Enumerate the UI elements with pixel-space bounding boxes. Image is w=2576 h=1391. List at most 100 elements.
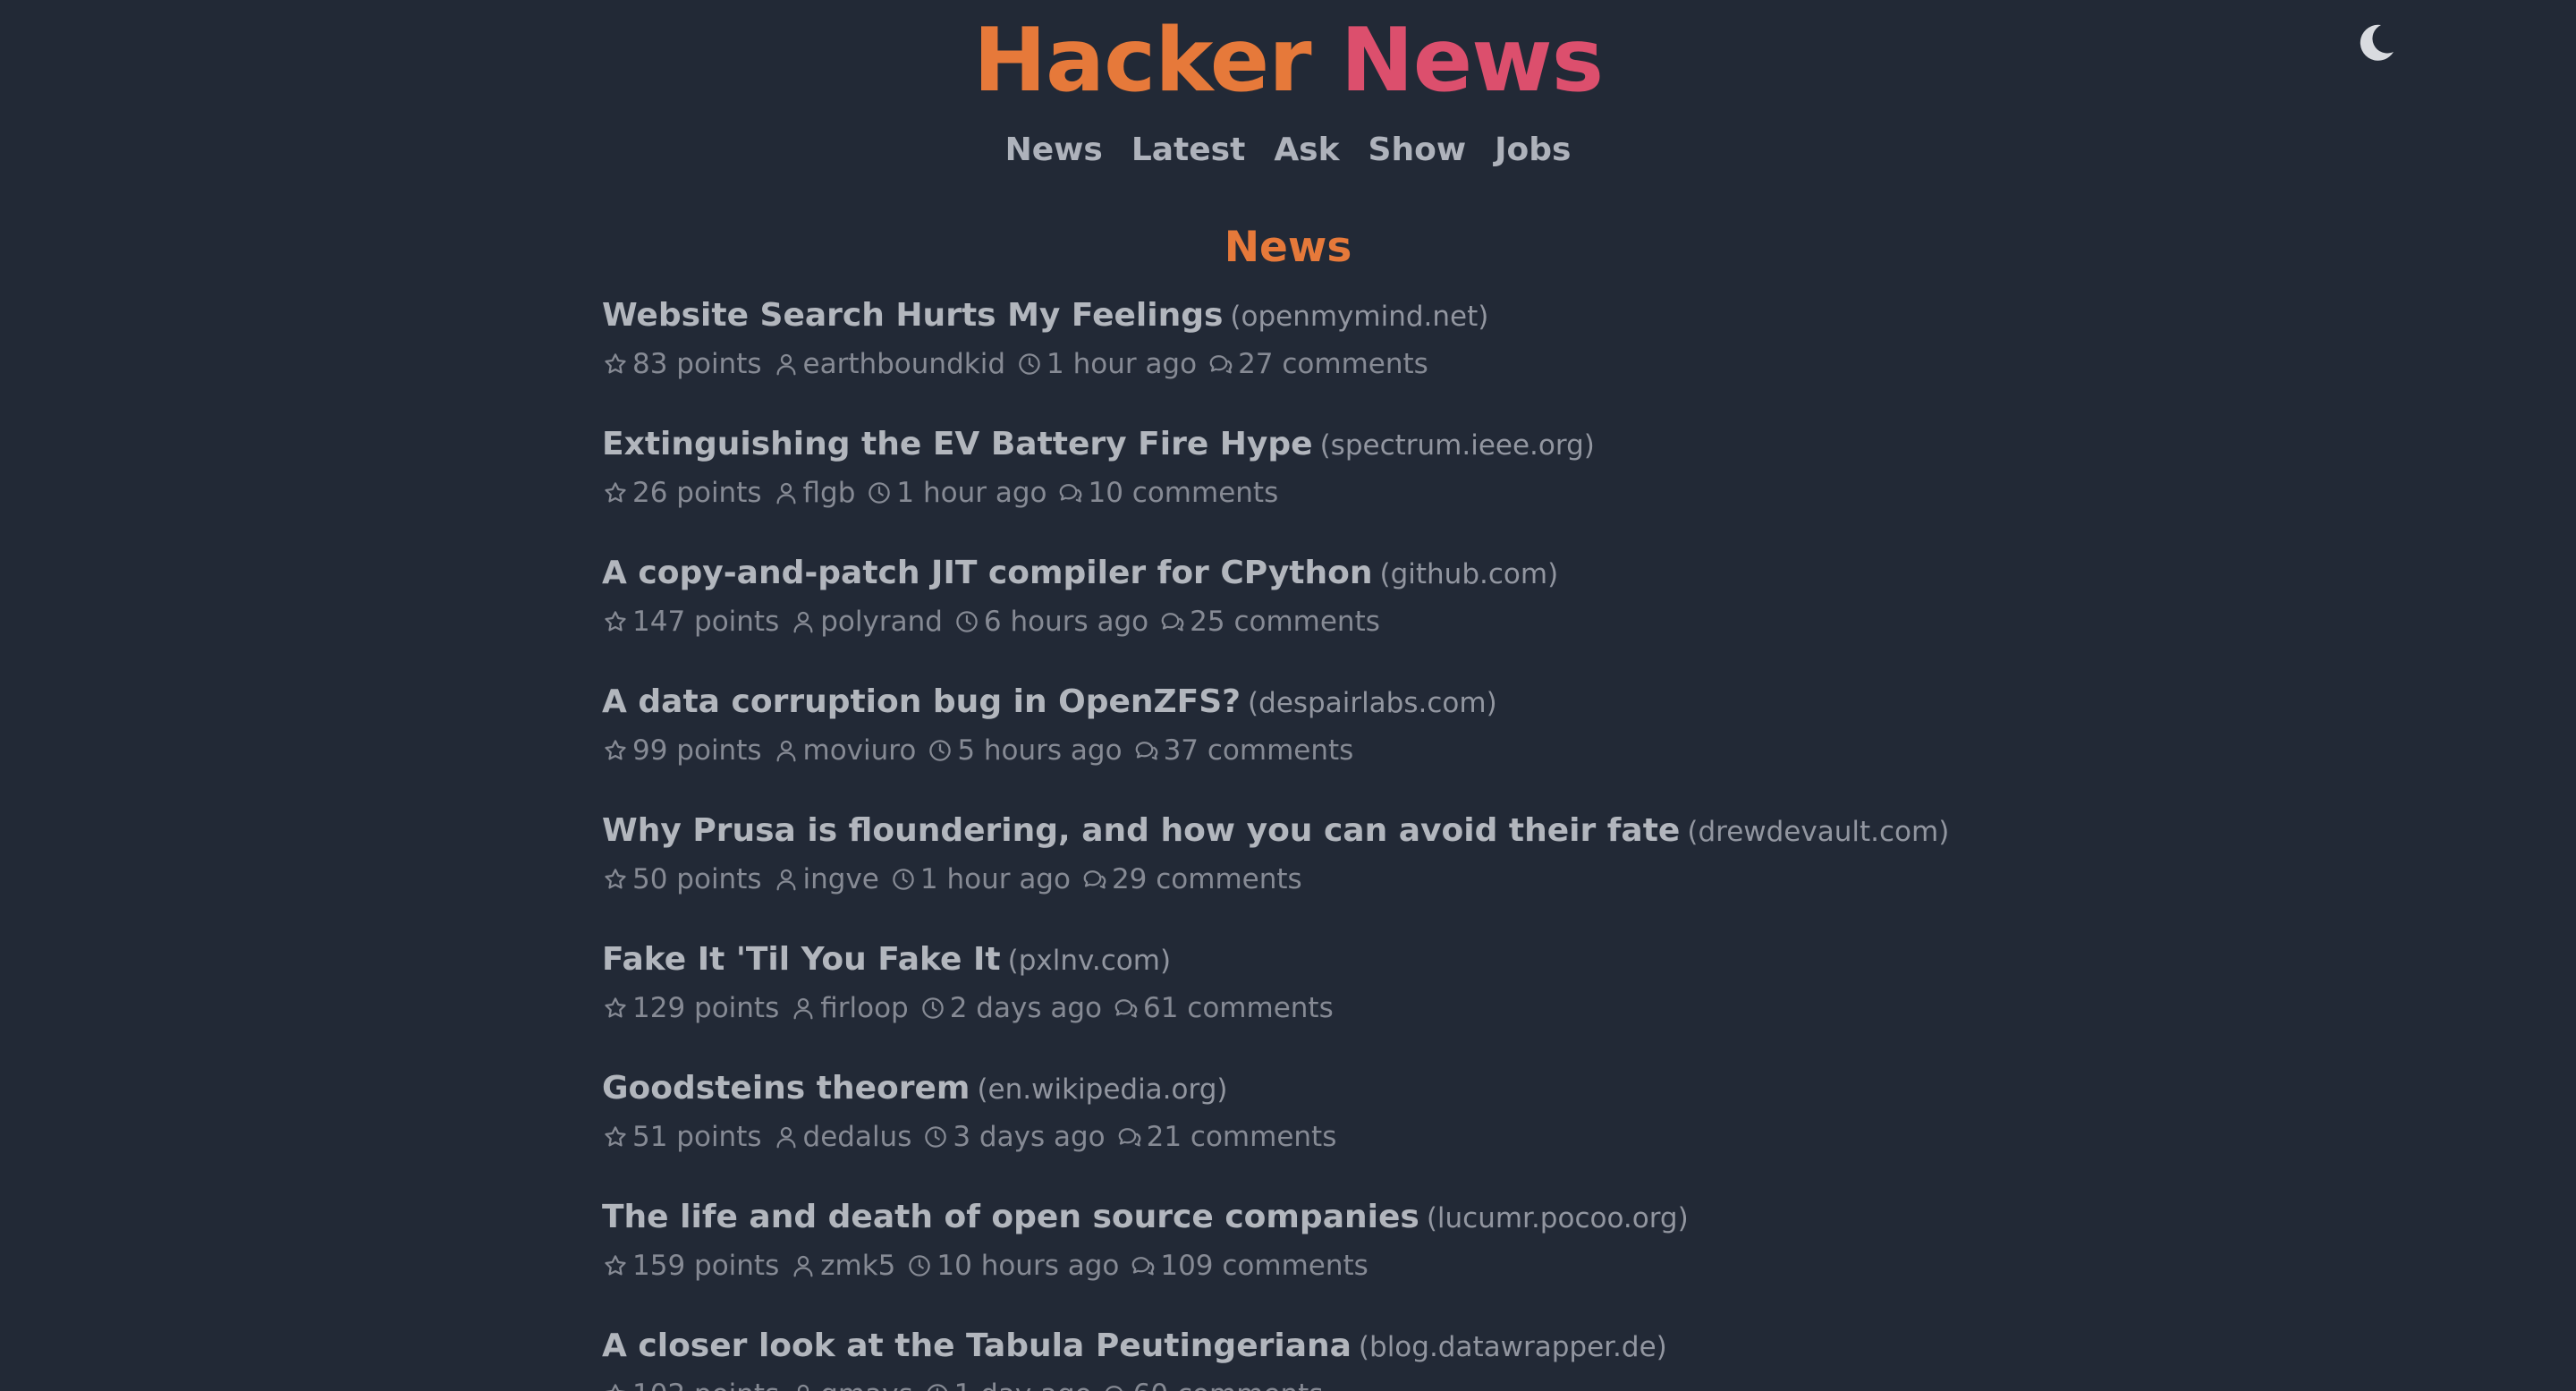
nav-jobs[interactable]: Jobs: [1495, 125, 1571, 175]
story-comments[interactable]: 21 comments: [1147, 1115, 1337, 1158]
story-title-row: Website Search Hurts My Feelings (openmym…: [602, 289, 2480, 343]
clock-icon: [909, 1255, 931, 1276]
user-group[interactable]: earthboundkid: [773, 343, 1005, 386]
star-icon: [605, 997, 626, 1018]
comments-icon: [1114, 999, 1138, 1018]
story-title-row: A data corruption bug in OpenZFS? (despai…: [602, 675, 2480, 729]
story-domain[interactable]: (drewdevault.com): [1687, 816, 1949, 848]
story-item: Goodsteins theorem (en.wikipedia.org) 51 …: [602, 1062, 2480, 1191]
star-icon: [605, 611, 626, 632]
story-user[interactable]: moviuro: [803, 729, 917, 772]
story-user[interactable]: flgb: [803, 471, 856, 514]
comments-group[interactable]: 27 comments: [1208, 343, 1428, 386]
story-item: A closer look at the Tabula Peutingerian…: [602, 1319, 2480, 1391]
user-group[interactable]: moviuro: [773, 729, 917, 772]
user-icon: [776, 740, 796, 762]
story-title-link[interactable]: A closer look at the Tabula Peutingerian…: [602, 1327, 1352, 1364]
story-title-link[interactable]: A data corruption bug in OpenZFS?: [602, 683, 1241, 720]
comments-group[interactable]: 60 comments: [1103, 1373, 1324, 1391]
story-title-link[interactable]: A copy-and-patch JIT compiler for CPytho…: [602, 555, 1373, 591]
comments-group[interactable]: 61 comments: [1113, 987, 1334, 1030]
story-title-link[interactable]: Fake It 'Til You Fake It: [602, 941, 1001, 978]
comments-group[interactable]: 10 comments: [1057, 471, 1278, 514]
story-comments[interactable]: 25 comments: [1190, 600, 1380, 643]
story-user[interactable]: zmk5: [820, 1244, 895, 1287]
story-meta: 102 points gmays 1 day ago 60 comments: [602, 1373, 2480, 1391]
story-title-link[interactable]: The life and death of open source compan…: [602, 1199, 1419, 1235]
story-comments[interactable]: 37 comments: [1164, 729, 1354, 772]
story-meta: 147 points polyrand 6 hours ago 25 comme…: [602, 600, 2480, 643]
user-group[interactable]: zmk5: [790, 1244, 895, 1287]
nav-show[interactable]: Show: [1368, 125, 1467, 175]
story-title-link[interactable]: Website Search Hurts My Feelings: [602, 297, 1223, 334]
story-comments[interactable]: 10 comments: [1088, 471, 1278, 514]
clock-icon: [921, 997, 944, 1019]
time-group: 10 hours ago: [906, 1244, 1119, 1287]
story-title-link[interactable]: Why Prusa is floundering, and how you ca…: [602, 812, 1680, 849]
star-icon: [605, 482, 626, 503]
user-group[interactable]: ingve: [773, 858, 879, 901]
story-domain[interactable]: (lucumr.pocoo.org): [1427, 1202, 1689, 1234]
main-nav: News Latest Ask Show Jobs: [0, 125, 2576, 175]
brand-part-2: News: [1340, 10, 1604, 112]
story-user[interactable]: ingve: [803, 858, 879, 901]
story-meta: 51 points dedalus 3 days ago 21 comments: [602, 1115, 2480, 1158]
story-comments[interactable]: 61 comments: [1143, 987, 1334, 1030]
story-user[interactable]: gmays: [820, 1373, 912, 1391]
story-meta: 50 points ingve 1 hour ago 29 comments: [602, 858, 2480, 901]
story-list: Website Search Hurts My Feelings (openmym…: [602, 289, 2480, 1391]
story-user[interactable]: polyrand: [820, 600, 943, 643]
story-comments[interactable]: 60 comments: [1133, 1373, 1324, 1391]
site-logo[interactable]: Hacker News: [0, 7, 2576, 115]
star-icon: [605, 740, 626, 760]
story-meta: 159 points zmk5 10 hours ago 109 comment…: [602, 1244, 2480, 1287]
story-points: 51 points: [632, 1121, 762, 1153]
nav-latest[interactable]: Latest: [1131, 125, 1246, 175]
story-user[interactable]: dedalus: [803, 1115, 912, 1158]
story-domain[interactable]: (spectrum.ieee.org): [1320, 429, 1595, 462]
story-domain[interactable]: (blog.datawrapper.de): [1359, 1331, 1667, 1363]
user-group[interactable]: dedalus: [773, 1115, 912, 1158]
user-group[interactable]: polyrand: [790, 600, 943, 643]
user-group[interactable]: flgb: [773, 471, 856, 514]
comments-group[interactable]: 25 comments: [1159, 600, 1380, 643]
story-domain[interactable]: (en.wikipedia.org): [977, 1073, 1227, 1106]
clock-icon: [1019, 353, 1040, 375]
story-comments[interactable]: 109 comments: [1160, 1244, 1368, 1287]
nav-ask[interactable]: Ask: [1274, 125, 1339, 175]
comments-group[interactable]: 21 comments: [1116, 1115, 1337, 1158]
page: Hacker News News Latest Ask Show Jobs Ne…: [0, 0, 2576, 1391]
story-comments[interactable]: 29 comments: [1112, 858, 1302, 901]
points-group: 83 points: [602, 343, 762, 386]
clock-icon: [893, 869, 914, 890]
comments-group[interactable]: 109 comments: [1130, 1244, 1368, 1287]
story-comments[interactable]: 27 comments: [1238, 343, 1428, 386]
story-domain[interactable]: (openmymind.net): [1230, 301, 1488, 333]
comments-icon: [1060, 484, 1082, 503]
story-time: 2 days ago: [949, 992, 1102, 1024]
story-item: A data corruption bug in OpenZFS? (despai…: [602, 675, 2480, 804]
comments-group[interactable]: 37 comments: [1133, 729, 1354, 772]
story-user[interactable]: firloop: [820, 987, 909, 1030]
user-group[interactable]: firloop: [790, 987, 909, 1030]
time-group: 1 hour ago: [890, 858, 1071, 901]
story-user[interactable]: earthboundkid: [803, 343, 1005, 386]
story-points: 102 points: [632, 1373, 779, 1391]
story-domain[interactable]: (github.com): [1380, 558, 1559, 590]
user-icon: [776, 482, 796, 505]
story-domain[interactable]: (despairlabs.com): [1248, 687, 1497, 719]
comments-icon: [1209, 355, 1233, 374]
story-item: Website Search Hurts My Feelings (openmym…: [602, 289, 2480, 418]
story-title-link[interactable]: Goodsteins theorem: [602, 1070, 970, 1107]
star-icon: [605, 1255, 626, 1276]
theme-toggle-button[interactable]: [2354, 20, 2397, 66]
user-icon: [776, 353, 796, 376]
story-item: Fake It 'Til You Fake It (pxlnv.com) 129 …: [602, 933, 2480, 1062]
story-domain[interactable]: (pxlnv.com): [1008, 945, 1171, 977]
user-group[interactable]: gmays: [790, 1373, 913, 1391]
star-icon: [605, 869, 626, 889]
nav-news[interactable]: News: [1005, 125, 1103, 175]
time-group: 1 day ago: [924, 1373, 1092, 1391]
comments-group[interactable]: 29 comments: [1081, 858, 1302, 901]
story-title-link[interactable]: Extinguishing the EV Battery Fire Hype: [602, 426, 1313, 462]
